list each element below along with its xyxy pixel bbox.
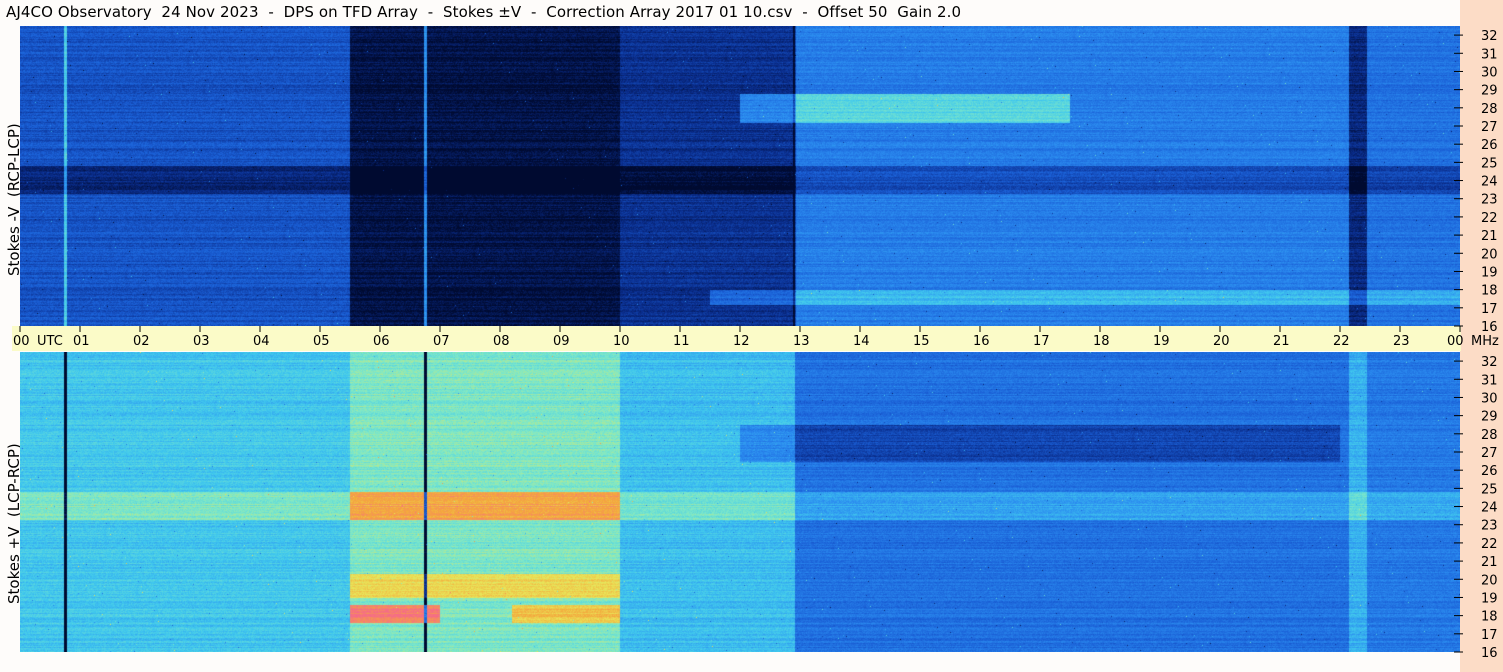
x-tick-label: 19: [1153, 334, 1170, 349]
y-tick-label: 26: [1481, 138, 1498, 153]
y-tick-label: 17: [1481, 628, 1498, 643]
x-tick-label: 02: [133, 334, 150, 349]
x-tick-label: 18: [1093, 334, 1110, 349]
y-tick-label: 28: [1481, 102, 1498, 117]
x-tick-label: 12: [733, 334, 750, 349]
y-tick-label: 16: [1481, 320, 1498, 335]
x-tick-label: 08: [493, 334, 510, 349]
y-tick-label: 30: [1481, 65, 1498, 80]
y-tick-label: 18: [1481, 610, 1498, 625]
x-tick-label: 00: [1447, 334, 1464, 349]
y-tick-label: 23: [1481, 519, 1498, 534]
x-tick-label: 14: [853, 334, 870, 349]
axes-overlay: 16 17 18 19 20 21 22 23 24 25 26 27 28 29 30 31 32 16 17 18…: [13, 29, 1499, 661]
y-tick-label: 29: [1481, 84, 1498, 99]
x-tick-label: 20: [1213, 334, 1230, 349]
x-tick-label: 21: [1273, 334, 1290, 349]
x-tick-label: 10: [613, 334, 630, 349]
y-tick-label: 24: [1481, 501, 1498, 516]
y-tick-label: 22: [1481, 211, 1498, 226]
y-tick-label: 21: [1481, 229, 1498, 244]
y-tick-label: 31: [1481, 47, 1498, 62]
x-tick-label: 15: [913, 334, 930, 349]
y-unit-label: MHz: [1471, 334, 1499, 349]
y-tick-label: 29: [1481, 410, 1498, 425]
y-tick-label: 19: [1481, 591, 1498, 606]
y-tick-label: 21: [1481, 555, 1498, 570]
x-tick-label: 00: [13, 334, 30, 349]
y-tick-label: 17: [1481, 302, 1498, 317]
y-tick-label: 26: [1481, 464, 1498, 479]
y-tick-label: 20: [1481, 573, 1498, 588]
x-tick-label: 23: [1393, 334, 1410, 349]
x-tick-label: 04: [253, 334, 270, 349]
y-tick-label: 28: [1481, 428, 1498, 443]
y-tick-label: 25: [1481, 482, 1498, 497]
x-tick-label: 06: [373, 334, 390, 349]
x-tick-label: 05: [313, 334, 330, 349]
y-tick-label: 20: [1481, 247, 1498, 262]
x-tick-label: 07: [433, 334, 450, 349]
x-tick-label: 01: [73, 334, 90, 349]
x-tick-label: 16: [973, 334, 990, 349]
y-tick-label: 31: [1481, 373, 1498, 388]
y-tick-label: 22: [1481, 537, 1498, 552]
y-tick-label: 27: [1481, 446, 1498, 461]
x-unit-label: UTC: [37, 334, 63, 349]
x-tick-label: 11: [673, 334, 690, 349]
y-tick-label: 25: [1481, 156, 1498, 171]
y-tick-label: 32: [1481, 355, 1498, 370]
x-tick-label: 17: [1033, 334, 1050, 349]
x-tick-label: 13: [793, 334, 810, 349]
x-tick-label: 03: [193, 334, 210, 349]
y-tick-label: 27: [1481, 120, 1498, 135]
y-tick-label: 18: [1481, 284, 1498, 299]
y-tick-label: 16: [1481, 646, 1498, 661]
y-tick-label: 23: [1481, 193, 1498, 208]
x-tick-label: 22: [1333, 334, 1350, 349]
x-tick-label: 09: [553, 334, 570, 349]
y-tick-label: 19: [1481, 265, 1498, 280]
y-tick-label: 32: [1481, 29, 1498, 44]
y-tick-label: 24: [1481, 175, 1498, 190]
y-tick-label: 30: [1481, 391, 1498, 406]
